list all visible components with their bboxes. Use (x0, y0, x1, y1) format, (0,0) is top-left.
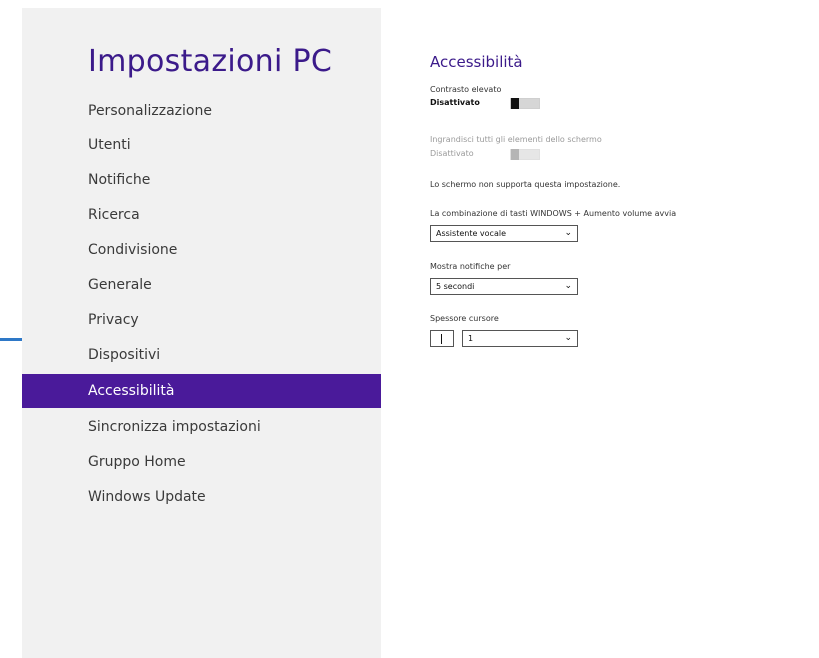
chevron-down-icon: ⌄ (564, 281, 572, 291)
high-contrast-state: Disattivato (430, 98, 480, 107)
unsupported-note: Lo schermo non supporta questa impostazi… (430, 180, 621, 189)
cursor-thickness-value: 1 (468, 334, 474, 343)
high-contrast-label: Contrasto elevato (430, 85, 502, 94)
toggle-thumb (511, 149, 519, 160)
sidebar-item-notifiche[interactable]: Notifiche (22, 163, 381, 197)
win-volume-dropdown[interactable]: Assistente vocale ⌄ (430, 225, 578, 242)
notifications-dropdown[interactable]: 5 secondi ⌄ (430, 278, 578, 295)
cursor-bar (441, 334, 442, 344)
notifications-label: Mostra notifiche per (430, 262, 511, 271)
sidebar-item-windows-update[interactable]: Windows Update (22, 480, 381, 514)
win-volume-value: Assistente vocale (436, 229, 507, 238)
sidebar-item-utenti[interactable]: Utenti (22, 128, 381, 162)
chevron-down-icon: ⌄ (564, 333, 572, 343)
chevron-down-icon: ⌄ (564, 228, 572, 238)
page-title: Impostazioni PC (88, 44, 333, 79)
sidebar-item-dispositivi[interactable]: Dispositivi (22, 338, 381, 372)
settings-content: Accessibilità Contrasto elevato Disattiv… (430, 0, 810, 658)
magnify-label: Ingrandisci tutti gli elementi dello sch… (430, 135, 602, 144)
magnify-state: Disattivato (430, 149, 474, 158)
sidebar-item-gruppo-home[interactable]: Gruppo Home (22, 445, 381, 479)
section-title: Accessibilità (430, 53, 523, 71)
notifications-value: 5 secondi (436, 282, 475, 291)
cursor-thickness-label: Spessore cursore (430, 314, 499, 323)
win-volume-label: La combinazione di tasti WINDOWS + Aumen… (430, 209, 677, 218)
sidebar-item-generale[interactable]: Generale (22, 268, 381, 302)
sidebar-item-sincronizza-impostazioni[interactable]: Sincronizza impostazioni (22, 410, 381, 444)
cursor-preview (430, 330, 454, 347)
sidebar-item-privacy[interactable]: Privacy (22, 303, 381, 337)
sidebar-item-personalizzazione[interactable]: Personalizzazione (22, 94, 381, 128)
desktop-edge (0, 0, 22, 658)
sidebar-item-accessibilita[interactable]: Accessibilità (22, 374, 381, 408)
magnify-toggle (510, 149, 540, 160)
high-contrast-toggle[interactable] (510, 98, 540, 109)
cursor-thickness-dropdown[interactable]: 1 ⌄ (462, 330, 578, 347)
sidebar-item-condivisione[interactable]: Condivisione (22, 233, 381, 267)
edge-accent-line (0, 338, 22, 341)
toggle-thumb (511, 98, 519, 109)
sidebar-item-ricerca[interactable]: Ricerca (22, 198, 381, 232)
sidebar: Impostazioni PC Personalizzazione Utenti… (22, 8, 381, 658)
